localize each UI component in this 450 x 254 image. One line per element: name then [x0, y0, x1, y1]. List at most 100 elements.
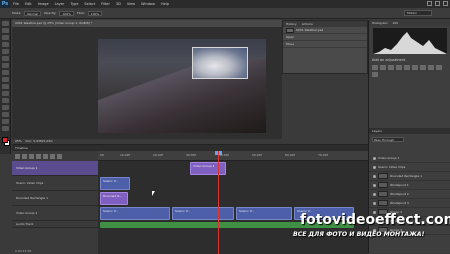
flow-field[interactable]: 100% [87, 10, 103, 16]
menu-layer[interactable]: Layer [52, 2, 68, 6]
photo-filter-icon[interactable] [436, 65, 442, 70]
crop-tool-icon[interactable] [2, 49, 9, 54]
timeline-ruler[interactable]: 00 10:00f 20:00f 30:00f 40:00f 50:00f 60… [98, 151, 368, 161]
mouse-cursor-icon [152, 191, 155, 196]
menu-type[interactable]: Type [67, 2, 81, 6]
timeline-clip[interactable]: Scenic V... [100, 207, 170, 220]
brush-tool-icon[interactable] [2, 70, 9, 75]
eye-icon[interactable] [373, 183, 376, 187]
play-icon[interactable] [29, 153, 34, 159]
layer-row[interactable]: Scenic Video Clips [369, 163, 450, 172]
eraser-tool-icon[interactable] [2, 91, 9, 96]
cloud-video-overlay[interactable] [192, 47, 248, 79]
black-white-icon[interactable] [428, 65, 434, 70]
gradient-tool-icon[interactable] [2, 98, 9, 103]
layer-name: Rounded Rectangle 1 [390, 174, 423, 178]
move-tool-icon[interactable] [2, 21, 9, 26]
close-icon[interactable] [443, 1, 448, 6]
document-tab[interactable]: 0001 Weather.psd @ 25% (Video Group 1, R… [12, 20, 282, 27]
brightness-icon[interactable] [372, 65, 378, 70]
hue-icon[interactable] [412, 65, 418, 70]
levels-icon[interactable] [380, 65, 386, 70]
color-balance-icon[interactable] [420, 65, 426, 70]
blur-tool-icon[interactable] [2, 105, 9, 110]
layer-row[interactable]: Windspout 1 [369, 181, 450, 190]
snapshot-thumbnail [286, 27, 294, 33]
eye-icon[interactable] [373, 165, 376, 169]
timeline-clip[interactable]: Scenic V... [172, 207, 234, 220]
track-name: Audio Track [16, 222, 34, 226]
lasso-tool-icon[interactable] [2, 35, 9, 40]
menu-3d[interactable]: 3D [113, 2, 124, 6]
menu-image[interactable]: Image [35, 2, 52, 6]
menu-help[interactable]: Help [158, 2, 172, 6]
playhead-line [218, 151, 219, 254]
pen-tool-icon[interactable] [2, 119, 9, 124]
layer-row[interactable]: Windspout 2 [369, 190, 450, 199]
layer-row[interactable]: Rounded Rectangle 1 [369, 172, 450, 181]
history-step[interactable]: Move [283, 41, 367, 48]
layer-row[interactable]: Windspout 3 [369, 199, 450, 208]
zoom-level[interactable]: 25% [15, 139, 22, 143]
track-headers: Video Group 1 Scenic Video Clips Rounded… [12, 161, 98, 254]
blend-mode-select[interactable]: Pass Through [372, 137, 404, 142]
menu-window[interactable]: Window [138, 2, 158, 6]
menu-edit[interactable]: Edit [22, 2, 35, 6]
tab-info[interactable]: Info [393, 20, 399, 26]
opacity-field[interactable]: 100% [59, 10, 74, 16]
ruler-tick: 30:00f [186, 153, 196, 157]
timeline-clip[interactable]: Scenic V... [236, 207, 292, 220]
menu-filter[interactable]: Filter [98, 2, 113, 6]
mode-select[interactable]: Normal [24, 10, 42, 16]
maximize-icon[interactable] [435, 1, 440, 6]
eye-icon[interactable] [373, 192, 376, 196]
timeline-clip[interactable]: Video Group 1 [190, 162, 226, 175]
vibrance-icon[interactable] [404, 65, 410, 70]
timeline-clip[interactable]: Rounded R... [100, 192, 128, 205]
layer-name: Windspout 1 [390, 183, 409, 187]
track-header[interactable]: Audio Track [12, 221, 98, 228]
history-brush-tool-icon[interactable] [2, 84, 9, 89]
layer-row[interactable]: Video Group 1 [369, 154, 450, 163]
track-header[interactable]: Video Group 1 [12, 161, 98, 176]
stamp-tool-icon[interactable] [2, 77, 9, 82]
marquee-tool-icon[interactable] [2, 28, 9, 33]
menu-view[interactable]: View [124, 2, 138, 6]
previous-frame-icon[interactable] [22, 153, 27, 159]
next-frame-icon[interactable] [36, 153, 41, 159]
layer-thumbnail [378, 191, 388, 197]
dodge-tool-icon[interactable] [2, 112, 9, 117]
healing-tool-icon[interactable] [2, 63, 9, 68]
audio-icon[interactable] [43, 153, 48, 159]
current-time: 0;00;15;00 [15, 249, 32, 253]
channel-mixer-icon[interactable] [372, 72, 378, 77]
menu-select[interactable]: Select [81, 2, 98, 6]
eyedropper-tool-icon[interactable] [2, 56, 9, 61]
curves-icon[interactable] [388, 65, 394, 70]
workspace-select[interactable]: Motion [404, 10, 432, 16]
track-header[interactable]: Scenic Video Clips [12, 176, 98, 191]
tab-history[interactable]: History [286, 21, 297, 27]
quick-select-tool-icon[interactable] [2, 42, 9, 47]
type-tool-icon[interactable] [2, 126, 9, 131]
ruler-tick: 70:00f [318, 153, 328, 157]
foreground-color-swatch[interactable] [2, 137, 8, 143]
track-header[interactable]: Video Group 1 [12, 206, 98, 221]
go-to-first-frame-icon[interactable] [15, 153, 20, 159]
tab-layers[interactable]: Layers [372, 129, 382, 133]
tab-histogram[interactable]: Histogram [372, 20, 388, 26]
history-step[interactable]: Open [283, 34, 367, 41]
minimize-icon[interactable] [427, 1, 432, 6]
history-snapshot[interactable]: 0001 Weather.psd [283, 27, 367, 34]
timeline-clip[interactable]: Scenic V... [100, 177, 130, 190]
exposure-icon[interactable] [396, 65, 402, 70]
settings-icon[interactable] [50, 153, 55, 159]
eye-icon[interactable] [373, 156, 376, 160]
tab-actions[interactable]: Actions [302, 21, 313, 27]
track-header[interactable]: Rounded Rectangle 1 [12, 191, 98, 206]
document-canvas[interactable] [98, 39, 266, 133]
menu-file[interactable]: File [10, 2, 22, 6]
split-icon[interactable] [57, 153, 62, 159]
eye-icon[interactable] [373, 201, 376, 205]
eye-icon[interactable] [373, 174, 376, 178]
